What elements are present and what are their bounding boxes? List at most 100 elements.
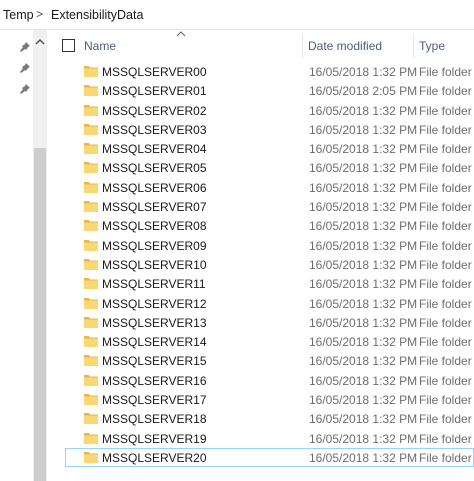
file-row[interactable]: MSSQLSERVER07 16/05/2018 1:32 PM File fold…: [48, 197, 474, 216]
scrollbar-thumb[interactable]: [34, 148, 46, 481]
file-type: File folder: [419, 412, 472, 427]
file-name[interactable]: MSSQLSERVER13: [102, 316, 207, 330]
column-header-name[interactable]: Name: [84, 39, 116, 53]
file-name[interactable]: MSSQLSERVER07: [102, 200, 207, 214]
file-list: Name Date modified Type MSSQLSERVER00 16/…: [48, 30, 474, 481]
file-rows: MSSQLSERVER00 16/05/2018 1:32 PM File fold…: [48, 62, 474, 468]
file-type: File folder: [419, 335, 472, 350]
file-name[interactable]: MSSQLSERVER00: [102, 65, 207, 79]
file-name[interactable]: MSSQLSERVER16: [102, 374, 207, 388]
column-header-type[interactable]: Type: [419, 39, 445, 53]
folder-icon: [84, 413, 98, 425]
folder-icon: [84, 278, 98, 290]
file-row[interactable]: MSSQLSERVER18 16/05/2018 1:32 PM File fold…: [48, 409, 474, 428]
file-date-modified: 16/05/2018 1:32 PM: [309, 200, 418, 215]
file-date-modified: 16/05/2018 1:32 PM: [309, 103, 418, 118]
file-row[interactable]: MSSQLSERVER01 16/05/2018 2:05 PM File fold…: [48, 81, 474, 100]
file-name[interactable]: MSSQLSERVER20: [102, 451, 207, 465]
file-row[interactable]: MSSQLSERVER09 16/05/2018 1:32 PM File fold…: [48, 236, 474, 255]
file-row[interactable]: MSSQLSERVER04 16/05/2018 1:32 PM File fold…: [48, 139, 474, 158]
column-header-row: Name Date modified Type: [48, 30, 474, 60]
file-name[interactable]: MSSQLSERVER17: [102, 393, 207, 407]
file-date-modified: 16/05/2018 1:32 PM: [309, 431, 418, 446]
file-name[interactable]: MSSQLSERVER11: [102, 277, 206, 291]
file-name[interactable]: MSSQLSERVER02: [102, 104, 207, 118]
file-name[interactable]: MSSQLSERVER12: [102, 297, 207, 311]
file-type: File folder: [419, 373, 472, 388]
folder-icon: [84, 143, 98, 155]
file-date-modified: 16/05/2018 1:32 PM: [309, 393, 418, 408]
file-name[interactable]: MSSQLSERVER06: [102, 181, 207, 195]
navigation-scrollbar[interactable]: [33, 30, 47, 481]
file-name[interactable]: MSSQLSERVER05: [102, 161, 207, 175]
file-row[interactable]: MSSQLSERVER08 16/05/2018 1:32 PM File fold…: [48, 216, 474, 235]
file-name[interactable]: MSSQLSERVER09: [102, 239, 207, 253]
file-name[interactable]: MSSQLSERVER03: [102, 123, 207, 137]
folder-icon: [84, 181, 98, 193]
column-divider[interactable]: [302, 34, 303, 58]
file-name[interactable]: MSSQLSERVER04: [102, 142, 207, 156]
file-type: File folder: [419, 180, 472, 195]
file-row[interactable]: MSSQLSERVER13 16/05/2018 1:32 PM File fold…: [48, 313, 474, 332]
folder-icon: [84, 162, 98, 174]
column-divider[interactable]: [413, 34, 414, 58]
file-row[interactable]: MSSQLSERVER17 16/05/2018 1:32 PM File fold…: [48, 390, 474, 409]
file-date-modified: 16/05/2018 1:32 PM: [309, 257, 418, 272]
file-name[interactable]: MSSQLSERVER19: [102, 432, 207, 446]
file-row[interactable]: MSSQLSERVER10 16/05/2018 1:32 PM File fold…: [48, 255, 474, 274]
column-header-date-modified[interactable]: Date modified: [308, 39, 382, 53]
pin-icon[interactable]: [19, 41, 31, 53]
file-type: File folder: [419, 84, 472, 99]
file-row[interactable]: MSSQLSERVER19 16/05/2018 1:32 PM File fold…: [48, 429, 474, 448]
breadcrumb-item-extensibilitydata[interactable]: ExtensibilityData: [51, 8, 143, 22]
file-row[interactable]: MSSQLSERVER12 16/05/2018 1:32 PM File fold…: [48, 294, 474, 313]
file-date-modified: 16/05/2018 1:32 PM: [309, 354, 418, 369]
breadcrumb-separator[interactable]: >: [36, 7, 43, 21]
file-name[interactable]: MSSQLSERVER14: [102, 335, 207, 349]
select-all-checkbox[interactable]: [62, 39, 75, 52]
file-type: File folder: [419, 257, 472, 272]
folder-icon: [84, 258, 98, 270]
sort-ascending-icon: [176, 31, 186, 37]
scroll-up-arrow-icon[interactable]: [33, 36, 47, 48]
file-date-modified: 16/05/2018 1:32 PM: [309, 238, 418, 253]
file-row[interactable]: MSSQLSERVER06 16/05/2018 1:32 PM File fold…: [48, 178, 474, 197]
folder-icon: [84, 85, 98, 97]
folder-icon: [84, 316, 98, 328]
file-type: File folder: [419, 103, 472, 118]
pin-icon[interactable]: [19, 62, 31, 74]
file-explorer-window: Temp > ExtensibilityData Name Date modif…: [0, 0, 474, 481]
file-date-modified: 16/05/2018 1:32 PM: [309, 180, 418, 195]
folder-icon: [84, 123, 98, 135]
address-bar[interactable]: Temp > ExtensibilityData: [0, 0, 474, 30]
file-type: File folder: [419, 296, 472, 311]
file-type: File folder: [419, 431, 472, 446]
file-type: File folder: [419, 277, 472, 292]
file-type: File folder: [419, 354, 472, 369]
file-name[interactable]: MSSQLSERVER01: [102, 84, 207, 98]
file-name[interactable]: MSSQLSERVER18: [102, 412, 207, 426]
file-row[interactable]: MSSQLSERVER00 16/05/2018 1:32 PM File fold…: [48, 62, 474, 81]
file-row[interactable]: MSSQLSERVER03 16/05/2018 1:32 PM File fold…: [48, 120, 474, 139]
file-name[interactable]: MSSQLSERVER10: [102, 258, 207, 272]
folder-icon: [84, 374, 98, 386]
file-type: File folder: [419, 142, 472, 157]
folder-icon: [84, 220, 98, 232]
file-row[interactable]: MSSQLSERVER15 16/05/2018 1:32 PM File fold…: [48, 351, 474, 370]
breadcrumb-item-temp[interactable]: Temp: [3, 8, 34, 22]
folder-icon: [84, 66, 98, 77]
file-row[interactable]: MSSQLSERVER11 16/05/2018 1:32 PM File fold…: [48, 274, 474, 293]
file-date-modified: 16/05/2018 1:32 PM: [309, 450, 418, 465]
file-type: File folder: [419, 238, 472, 253]
file-row[interactable]: MSSQLSERVER20 16/05/2018 1:32 PM File fold…: [65, 447, 474, 468]
file-row[interactable]: MSSQLSERVER05 16/05/2018 1:32 PM File fold…: [48, 158, 474, 177]
pin-icon[interactable]: [19, 83, 31, 95]
file-row[interactable]: MSSQLSERVER02 16/05/2018 1:32 PM File fold…: [48, 101, 474, 120]
file-date-modified: 16/05/2018 1:32 PM: [309, 412, 418, 427]
file-name[interactable]: MSSQLSERVER08: [102, 219, 207, 233]
file-row[interactable]: MSSQLSERVER14 16/05/2018 1:32 PM File fold…: [48, 332, 474, 351]
file-name[interactable]: MSSQLSERVER15: [102, 354, 207, 368]
folder-icon: [84, 451, 98, 463]
folder-icon: [84, 104, 98, 116]
file-row[interactable]: MSSQLSERVER16 16/05/2018 1:32 PM File fold…: [48, 371, 474, 390]
